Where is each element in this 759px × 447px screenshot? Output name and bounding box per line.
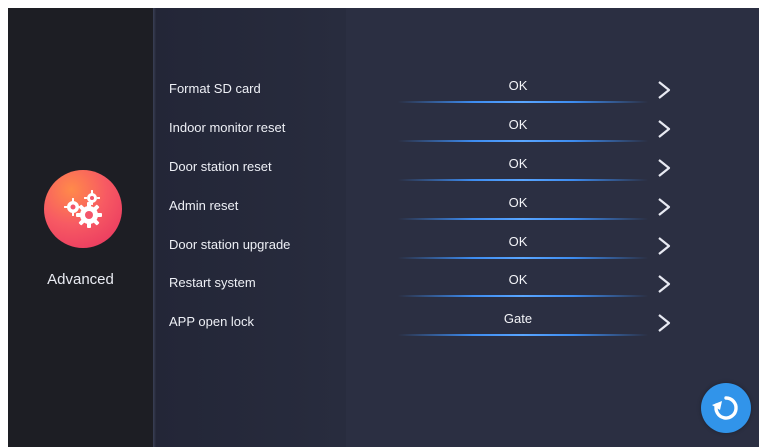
row-underline [398,179,648,181]
setting-row-admin-reset[interactable]: Admin reset OK [8,192,759,231]
chevron-right-icon[interactable] [654,79,674,101]
row-underline [398,334,648,336]
setting-value[interactable]: Gate [418,311,618,326]
setting-row-door-station-reset[interactable]: Door station reset OK [8,153,759,192]
setting-label: Format SD card [169,81,261,96]
setting-row-restart-system[interactable]: Restart system OK [8,269,759,308]
chevron-right-icon[interactable] [654,312,674,334]
row-underline [398,101,648,103]
setting-value[interactable]: OK [418,117,618,132]
setting-row-app-open-lock[interactable]: APP open lock Gate [8,308,759,347]
setting-label: APP open lock [169,314,255,329]
setting-row-format-sd-card[interactable]: Format SD card OK [8,75,759,114]
refresh-back-icon [712,396,738,420]
row-underline [398,257,648,259]
row-underline [398,295,648,297]
setting-label: Door station reset [169,159,272,174]
chevron-right-icon[interactable] [654,235,674,257]
setting-value[interactable]: OK [418,78,618,93]
row-underline [398,140,648,142]
back-button[interactable] [701,383,751,433]
setting-label: Indoor monitor reset [169,120,286,135]
setting-value[interactable]: OK [418,156,618,171]
chevron-right-icon[interactable] [654,273,674,295]
settings-screen: Advanced Format SD card OK Indoor monito… [8,8,759,447]
chevron-right-icon[interactable] [654,118,674,140]
setting-value[interactable]: OK [418,195,618,210]
setting-value[interactable]: OK [418,234,618,249]
setting-row-indoor-monitor-reset[interactable]: Indoor monitor reset OK [8,114,759,153]
chevron-right-icon[interactable] [654,157,674,179]
row-underline [398,218,648,220]
setting-label: Restart system [169,275,256,290]
setting-label: Door station upgrade [169,237,291,252]
setting-value[interactable]: OK [418,272,618,287]
setting-row-door-station-upgrade[interactable]: Door station upgrade OK [8,231,759,270]
setting-label: Admin reset [169,198,239,213]
chevron-right-icon[interactable] [654,196,674,218]
